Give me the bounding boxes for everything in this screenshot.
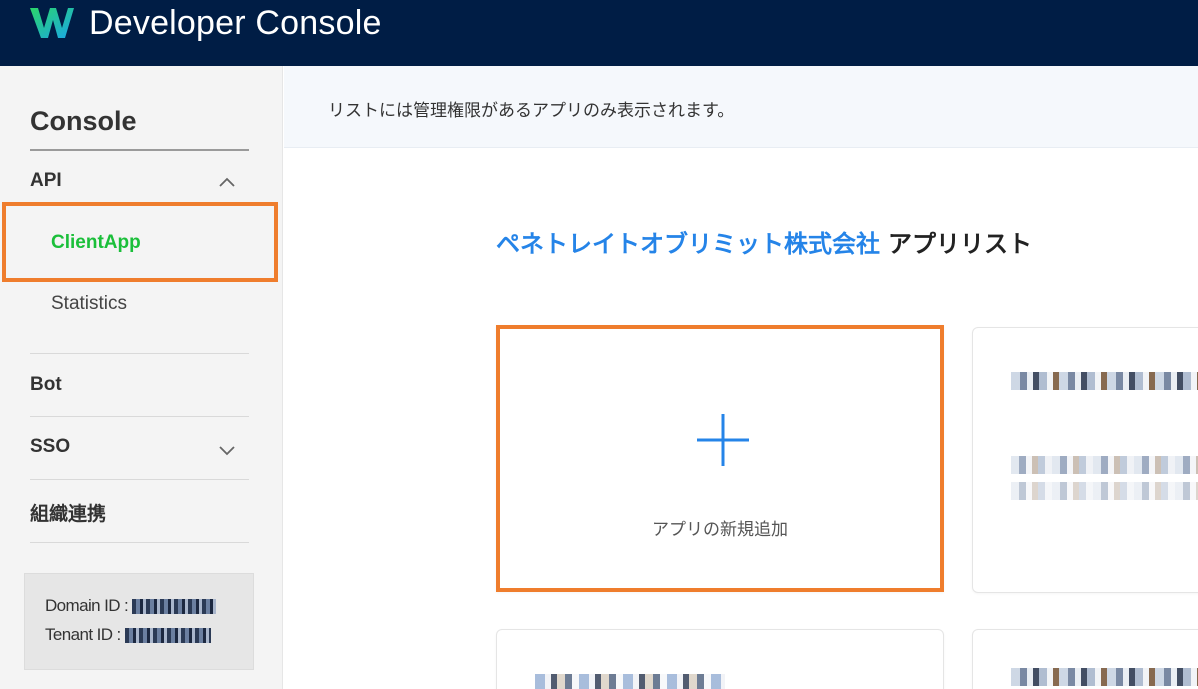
tenant-id-label: Tenant ID : (45, 625, 121, 644)
chevron-up-icon[interactable] (218, 176, 236, 188)
sidebar-item-org-link[interactable]: 組織連携 (30, 499, 106, 526)
tenant-id-row: Tenant ID : (45, 625, 211, 645)
domain-id-value-redacted (132, 598, 217, 614)
sidebar-divider (30, 149, 249, 151)
domain-id-label: Domain ID : (45, 596, 129, 615)
redacted-app-detail (1011, 456, 1198, 474)
company-name-link[interactable]: ペネトレイトオブリミット株式会社 (496, 230, 880, 258)
add-app-label: アプリの新規追加 (652, 520, 788, 540)
sidebar-divider (30, 416, 249, 417)
plus-icon (697, 414, 749, 466)
sidebar-item-clientapp[interactable]: ClientApp (51, 232, 141, 254)
sidebar-item-sso[interactable]: SSO (30, 436, 70, 458)
sidebar-divider (30, 542, 249, 543)
chevron-down-icon[interactable] (218, 444, 236, 456)
app-title: Developer Console (89, 4, 382, 42)
id-info-box: Domain ID : Tenant ID : (24, 573, 254, 670)
notice-bar: リストには管理権限があるアプリのみ表示されます。 (284, 66, 1198, 148)
w-logo-icon[interactable] (28, 6, 76, 40)
redacted-app-detail (1011, 482, 1198, 500)
redacted-app-name (1011, 372, 1198, 390)
tenant-id-value-redacted (124, 627, 211, 643)
sidebar: Console API ClientApp Statistics Bot SSO… (0, 66, 283, 689)
sidebar-divider (30, 353, 249, 354)
app-card[interactable] (972, 629, 1198, 689)
sidebar-heading: Console (30, 106, 137, 136)
notice-text: リストには管理権限があるアプリのみ表示されます。 (328, 101, 735, 121)
sidebar-divider (30, 479, 249, 480)
redacted-app-name (535, 674, 725, 689)
app-card[interactable] (496, 629, 944, 689)
add-app-card[interactable]: アプリの新規追加 (496, 325, 944, 592)
app-card[interactable] (972, 327, 1198, 593)
redacted-app-name (1011, 668, 1198, 686)
sidebar-item-api[interactable]: API (30, 170, 62, 192)
sidebar-item-bot[interactable]: Bot (30, 374, 62, 396)
app-list-suffix: アプリリスト (888, 230, 1032, 258)
app-list-title: ペネトレイトオブリミット株式会社 アプリリスト (496, 224, 1032, 259)
sidebar-item-statistics[interactable]: Statistics (51, 293, 127, 315)
top-header: Developer Console (0, 0, 1198, 66)
domain-id-row: Domain ID : (45, 596, 217, 616)
